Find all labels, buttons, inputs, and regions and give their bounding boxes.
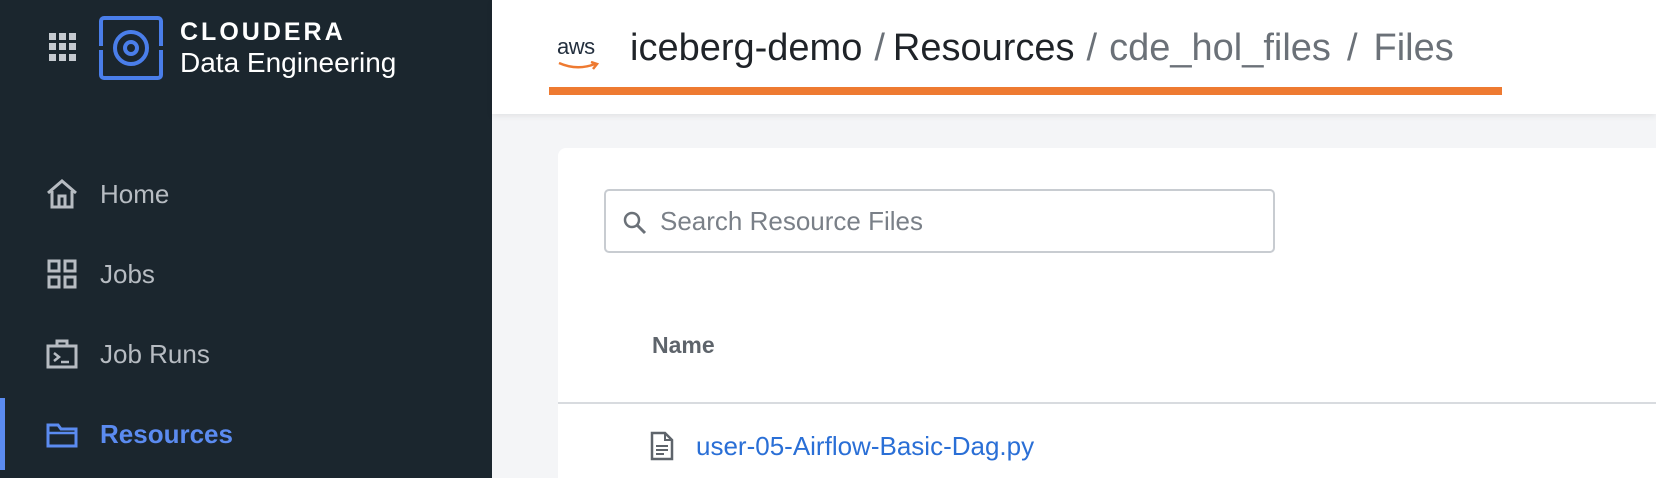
cloud-provider-label: aws	[557, 34, 595, 59]
breadcrumb-item-resources[interactable]: Resources	[893, 27, 1075, 70]
sidebar-item-label: Jobs	[100, 258, 155, 289]
sidebar: CLOUDERA Data Engineering Home Jobs Job …	[0, 0, 492, 478]
brand: CLOUDERA Data Engineering	[180, 18, 396, 80]
breadcrumb-underline	[549, 87, 1502, 95]
search-icon	[623, 211, 647, 235]
folder-icon	[44, 416, 80, 452]
sidebar-item-label: Resources	[100, 418, 233, 449]
app-switcher-icon[interactable]	[49, 33, 77, 61]
breadcrumb-separator: /	[1346, 26, 1358, 69]
breadcrumb-item-files: Files	[1373, 26, 1454, 69]
search-box	[604, 189, 1275, 253]
breadcrumb: iceberg-demo / Resources / cde_hol_files…	[630, 24, 1454, 72]
sidebar-item-label: Job Runs	[100, 338, 210, 369]
sidebar-item-label: Home	[100, 178, 170, 209]
sidebar-item-job-runs[interactable]: Job Runs	[0, 318, 492, 390]
breadcrumb-separator: /	[1086, 26, 1098, 69]
resource-files-card: Name user-05-Airflow-Basic-Dag.py	[558, 148, 1656, 478]
breadcrumb-separator: /	[874, 26, 885, 69]
sidebar-item-home[interactable]: Home	[0, 158, 492, 230]
divider	[558, 402, 1656, 404]
home-icon	[44, 176, 80, 212]
table-row: user-05-Airflow-Basic-Dag.py	[650, 428, 1034, 464]
cloudera-logo-icon	[97, 16, 165, 80]
file-link[interactable]: user-05-Airflow-Basic-Dag.py	[696, 431, 1034, 462]
search-input[interactable]	[660, 199, 1260, 243]
sidebar-item-jobs[interactable]: Jobs	[0, 238, 492, 310]
file-icon	[650, 431, 674, 461]
terminal-icon	[44, 336, 80, 372]
brand-name: CLOUDERA	[180, 18, 346, 46]
brand-product: Data Engineering	[180, 47, 397, 78]
grid-icon	[44, 256, 80, 292]
breadcrumb-item-resource[interactable]: cde_hol_files	[1109, 27, 1331, 70]
aws-logo-icon: aws	[557, 36, 602, 70]
sidebar-item-resources[interactable]: Resources	[0, 398, 492, 470]
column-header-name[interactable]: Name	[652, 332, 715, 359]
header: aws iceberg-demo / Resources / cde_hol_f…	[492, 0, 1656, 114]
breadcrumb-item-cluster[interactable]: iceberg-demo	[630, 27, 862, 70]
